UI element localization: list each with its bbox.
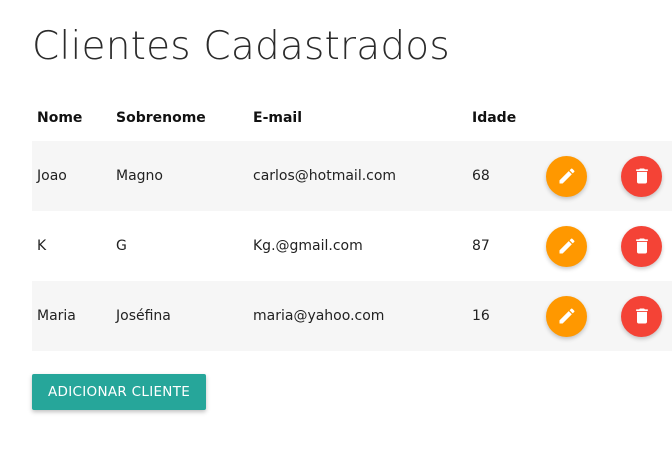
- table-header: Nome Sobrenome E-mail Idade: [32, 95, 672, 141]
- cell-idade: 16: [472, 308, 490, 324]
- page-title: Clientes Cadastrados: [32, 24, 450, 69]
- pencil-icon: [559, 168, 575, 184]
- edit-button[interactable]: [546, 295, 587, 337]
- cell-idade: 87: [472, 238, 490, 254]
- pencil-icon: [559, 238, 575, 254]
- delete-button[interactable]: [621, 155, 662, 197]
- cell-email: Kg.@gmail.com: [253, 238, 363, 254]
- clients-table: Nome Sobrenome E-mail Idade Joao Magno c…: [32, 95, 672, 351]
- cell-nome: K: [37, 238, 47, 254]
- delete-cell: [621, 211, 662, 281]
- cell-email: maria@yahoo.com: [253, 308, 385, 324]
- header-sobrenome: Sobrenome: [116, 110, 206, 126]
- cell-nome: Maria: [37, 308, 76, 324]
- delete-cell: [621, 141, 662, 211]
- trash-icon: [635, 308, 648, 324]
- cell-sobrenome: G: [116, 238, 127, 254]
- edit-cell: [546, 141, 587, 211]
- cell-nome: Joao: [37, 168, 67, 184]
- edit-cell: [546, 211, 587, 281]
- trash-icon: [635, 238, 648, 254]
- cell-sobrenome: Joséfina: [116, 308, 171, 324]
- table-row: Joao Magno carlos@hotmail.com 68: [32, 141, 672, 211]
- add-client-button[interactable]: ADICIONAR CLIENTE: [32, 374, 207, 410]
- delete-cell: [621, 281, 662, 351]
- trash-icon: [635, 168, 648, 184]
- header-idade: Idade: [472, 110, 517, 126]
- edit-button[interactable]: [546, 225, 587, 267]
- cell-idade: 68: [472, 168, 490, 184]
- edit-cell: [546, 281, 587, 351]
- cell-email: carlos@hotmail.com: [253, 168, 397, 184]
- header-nome: Nome: [37, 110, 83, 126]
- cell-sobrenome: Magno: [116, 168, 163, 184]
- page: Clientes Cadastrados Nome Sobrenome E-ma…: [0, 0, 672, 455]
- table-row: Maria Joséfina maria@yahoo.com 16: [32, 281, 672, 351]
- header-email: E-mail: [253, 110, 303, 126]
- table-row: K G Kg.@gmail.com 87: [32, 211, 672, 281]
- pencil-icon: [559, 308, 575, 324]
- edit-button[interactable]: [546, 155, 587, 197]
- delete-button[interactable]: [621, 225, 662, 267]
- delete-button[interactable]: [621, 295, 662, 337]
